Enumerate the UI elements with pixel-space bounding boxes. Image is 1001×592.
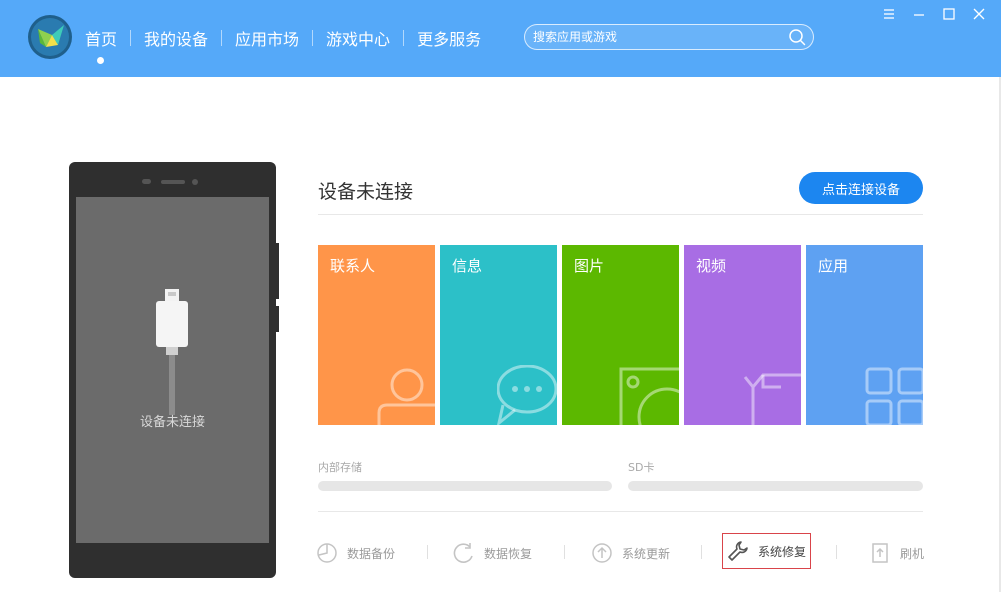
update-icon (592, 543, 612, 563)
menu-icon[interactable] (881, 6, 897, 22)
search-icon[interactable] (788, 28, 806, 46)
top-bar: 首页 我的设备 应用市场 游戏中心 更多服务 (0, 0, 1001, 77)
message-icon (497, 365, 557, 425)
system-repair-button[interactable]: 系统修复 (722, 533, 812, 569)
tools-divider (318, 511, 923, 512)
nav-item-home[interactable]: 首页 (82, 26, 120, 50)
flash-icon (872, 543, 888, 563)
header-divider (318, 214, 923, 215)
minimize-icon[interactable] (911, 6, 927, 22)
phone-side-button (276, 306, 279, 332)
phone-screen: 设备未连接 (76, 197, 269, 543)
tile-videos[interactable]: 视频 (684, 245, 801, 425)
sd-card-label: SD卡 (628, 461, 655, 474)
phone-sensor (142, 179, 151, 184)
connect-device-button[interactable]: 点击连接设备 (799, 172, 923, 204)
device-status-title: 设备未连接 (318, 181, 414, 203)
phone-speaker (161, 180, 185, 184)
phone-status-label: 设备未连接 (139, 415, 205, 430)
nav-separator (221, 30, 223, 46)
tile-messages[interactable]: 信息 (440, 245, 557, 425)
sd-card-storage-bar (628, 481, 923, 491)
contact-icon (377, 368, 435, 425)
search-box (524, 24, 814, 50)
wrench-icon (728, 541, 748, 561)
nav-item-more-services[interactable]: 更多服务 (414, 26, 484, 50)
maximize-icon[interactable] (941, 6, 957, 22)
tool-separator (427, 545, 428, 559)
backup-icon (317, 543, 337, 563)
nav-separator (130, 30, 132, 46)
active-nav-indicator (97, 57, 104, 64)
search-input[interactable] (525, 25, 785, 49)
picture-icon (619, 367, 679, 425)
tile-contacts[interactable]: 联系人 (318, 245, 435, 425)
tool-label: 系统更新 (622, 546, 671, 561)
tile-pictures[interactable]: 图片 (562, 245, 679, 425)
phone-illustration: 设备未连接 (69, 162, 276, 578)
tool-label: 数据备份 (347, 546, 396, 561)
tool-label: 数据恢复 (484, 546, 533, 561)
system-update-button[interactable]: 系统更新 (591, 539, 670, 567)
nav-item-game-center[interactable]: 游戏中心 (323, 26, 393, 50)
tile-label: 应用 (818, 257, 849, 275)
tool-label: 系统修复 (758, 544, 807, 559)
tile-label: 信息 (452, 257, 483, 275)
restore-icon (453, 543, 473, 563)
nav-separator (312, 30, 314, 46)
apps-icon (865, 367, 923, 425)
nav-item-my-device[interactable]: 我的设备 (141, 26, 211, 50)
nav-separator (403, 30, 405, 46)
tool-separator (836, 545, 837, 559)
close-icon[interactable] (971, 6, 987, 22)
internal-storage-bar (318, 481, 612, 491)
tool-label: 刷机 (900, 546, 925, 561)
tile-apps[interactable]: 应用 (806, 245, 923, 425)
tile-label: 图片 (574, 257, 605, 275)
app-logo-icon[interactable] (28, 15, 72, 59)
tile-label: 联系人 (330, 257, 376, 275)
phone-side-button (276, 243, 279, 299)
tool-separator (701, 545, 702, 559)
phone-camera (192, 179, 198, 185)
tile-label: 视频 (696, 257, 727, 275)
main-nav: 首页 我的设备 应用市场 游戏中心 更多服务 (82, 26, 484, 50)
tool-separator (564, 545, 565, 559)
nav-item-app-market[interactable]: 应用市场 (232, 26, 302, 50)
flash-rom-button[interactable]: 刷机 (869, 539, 924, 567)
data-backup-button[interactable]: 数据备份 (316, 539, 395, 567)
video-icon (743, 373, 801, 425)
internal-storage-label: 内部存储 (318, 461, 362, 474)
data-restore-button[interactable]: 数据恢复 (453, 539, 532, 567)
